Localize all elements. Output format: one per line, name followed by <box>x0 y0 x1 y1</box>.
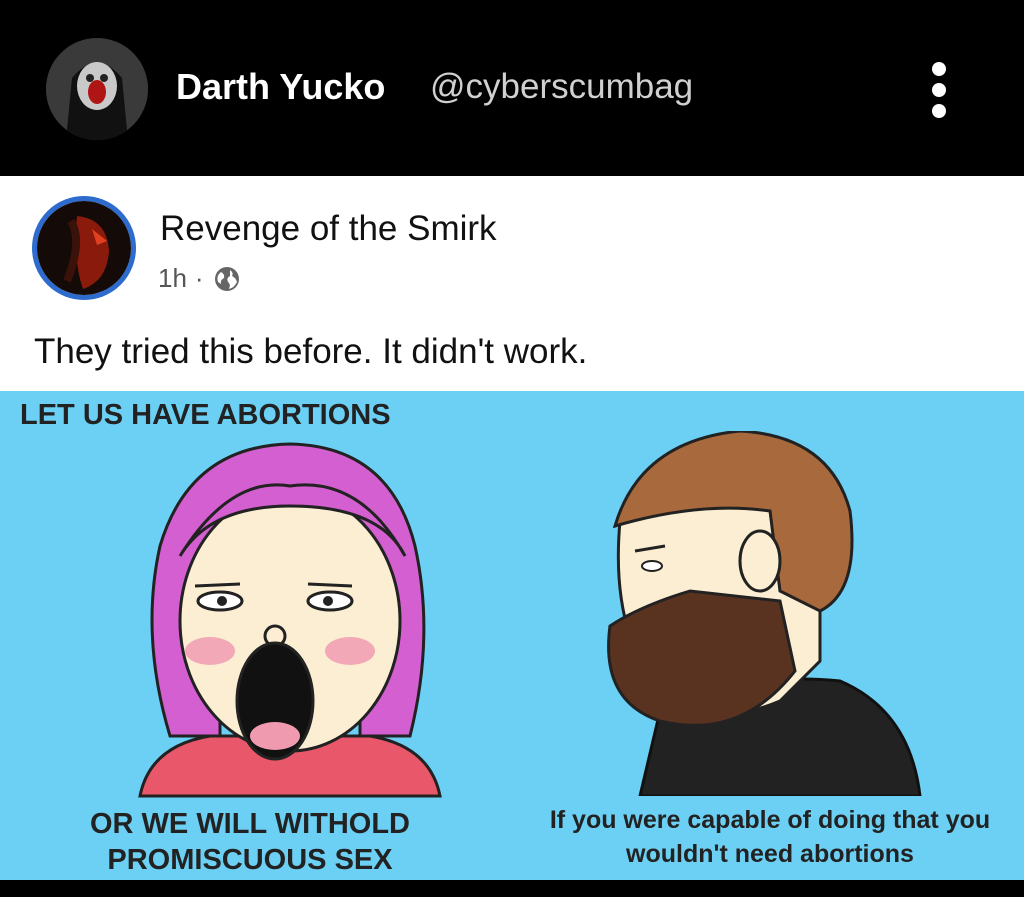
page-avatar[interactable] <box>32 196 136 300</box>
page-avatar-image <box>37 201 131 295</box>
meta-separator: · <box>194 263 204 293</box>
avatar-image <box>46 38 148 140</box>
post-caption: They tried this before. It didn't work. <box>34 332 588 371</box>
woman-illustration <box>138 442 442 798</box>
post-meta: 1h · <box>158 263 242 294</box>
bearded-man-illustration <box>607 431 922 796</box>
bottom-bar <box>0 880 1024 897</box>
user-avatar[interactable] <box>46 38 148 140</box>
meme-top-text: LET US HAVE ABORTIONS <box>20 399 391 431</box>
top-bar: Darth Yucko @cyberscumbag <box>0 0 1024 176</box>
page-name[interactable]: Revenge of the Smirk <box>160 209 497 249</box>
meme-left-caption: OR WE WILL WITHOLD PROMISCUOUS SEX <box>89 808 411 876</box>
display-name[interactable]: Darth Yucko <box>176 66 385 108</box>
meme-right-caption: If you were capable of doing that you wo… <box>549 806 991 868</box>
post-card: Revenge of the Smirk 1h · They tried thi… <box>0 176 1024 880</box>
meme-image[interactable]: LET US HAVE ABORTIONS OR WE WILL WITHOLD… <box>0 391 1024 880</box>
more-options-icon[interactable] <box>924 58 954 122</box>
post-time[interactable]: 1h <box>158 263 187 294</box>
globe-icon <box>214 266 239 291</box>
user-handle[interactable]: @cyberscumbag <box>430 67 693 107</box>
